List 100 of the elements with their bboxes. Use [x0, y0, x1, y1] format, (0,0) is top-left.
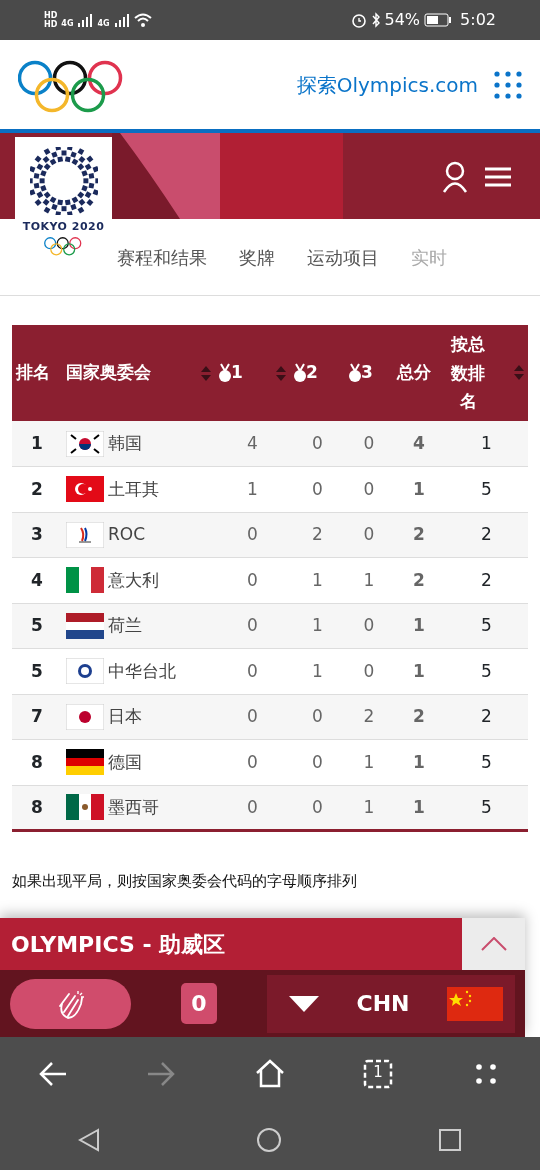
column-header: 1 — [231, 361, 243, 385]
rank-by-total: 5 — [481, 796, 492, 817]
medal-count: 2 — [312, 524, 323, 544]
medal-count: 0 — [363, 478, 375, 499]
total-count: 1 — [413, 751, 425, 772]
wifi-icon — [133, 13, 152, 27]
medal-count: 1 — [312, 569, 323, 590]
medal-count: 0 — [363, 660, 375, 681]
clap-button[interactable] — [10, 978, 131, 1029]
medal-count: 0 — [363, 615, 375, 635]
medal-icon — [219, 363, 231, 383]
country-select[interactable]: CHN — [267, 974, 515, 1033]
medal-count: 0 — [312, 796, 323, 817]
country-name: 中华台北 — [108, 659, 176, 683]
alarm-icon — [350, 12, 367, 28]
flag-icon — [66, 703, 104, 730]
home-icon[interactable] — [256, 1127, 282, 1153]
rank-text: 5 — [31, 615, 43, 635]
column-header: 2 — [306, 361, 318, 385]
rank-text: 8 — [31, 751, 43, 772]
medal-count: 0 — [247, 796, 258, 817]
medal-icon — [294, 363, 306, 383]
rank-text: 1 — [31, 432, 43, 453]
cheer-zone-title: OLYMPICS - 助威区 — [0, 918, 462, 970]
flag-icon — [66, 749, 104, 776]
column-header: 按总数排名 — [449, 332, 486, 414]
nav-tab[interactable]: 奖牌 — [239, 243, 275, 271]
country-code: CHN — [356, 990, 410, 1018]
flag-icon — [447, 986, 503, 1021]
rank-text: 7 — [31, 706, 43, 726]
total-count: 2 — [413, 706, 425, 726]
bluetooth-icon — [370, 12, 381, 28]
medal-count: 1 — [363, 751, 375, 772]
explore-link[interactable]: 探索Olympics.com — [296, 69, 478, 100]
rank-text: 5 — [31, 660, 43, 681]
medal-count: 0 — [363, 524, 375, 544]
country-name: ROC — [108, 523, 146, 546]
rank-by-total: 2 — [481, 706, 492, 726]
sim-label: HD — [44, 11, 58, 20]
medal-count: 0 — [363, 432, 375, 453]
rank-text: 2 — [31, 478, 43, 499]
total-count: 1 — [413, 660, 425, 681]
home-button[interactable] — [254, 1057, 286, 1090]
country-name: 韩国 — [108, 431, 142, 455]
medal-count: 0 — [247, 706, 258, 726]
network-label: 4G — [97, 19, 110, 28]
battery-percent: 54% — [384, 9, 421, 31]
column-header: 3 — [361, 361, 373, 385]
medal-icon — [349, 363, 361, 383]
medal-count: 1 — [363, 569, 375, 590]
network-label: 4G — [61, 19, 74, 28]
total-count: 4 — [413, 432, 425, 453]
column-header: 排名 — [16, 361, 50, 385]
user-icon[interactable] — [442, 161, 468, 193]
medal-count: 2 — [363, 706, 375, 726]
medal-count: 0 — [247, 524, 258, 544]
signal-icon — [77, 13, 94, 27]
total-count: 1 — [413, 796, 425, 817]
flag-icon — [66, 612, 104, 639]
medal-count: 0 — [247, 615, 258, 635]
back-icon[interactable] — [78, 1128, 100, 1152]
flag-icon — [66, 658, 104, 685]
medal-count: 0 — [247, 569, 258, 590]
nav-tab[interactable]: 运动项目 — [307, 243, 379, 271]
caret-icon — [289, 995, 319, 1012]
nav-tab[interactable]: 赛程和结果 — [117, 243, 207, 271]
country-name: 荷兰 — [108, 614, 142, 637]
total-count: 2 — [413, 569, 425, 590]
column-header: 总分 — [397, 361, 431, 385]
flag-icon — [66, 567, 104, 594]
recents-icon[interactable] — [438, 1128, 462, 1152]
chevron-up-icon — [480, 937, 507, 951]
menu-icon[interactable] — [484, 166, 512, 188]
tabs-button[interactable]: 1 — [362, 1057, 394, 1090]
medal-count: 4 — [247, 432, 258, 453]
rank-text: 8 — [31, 796, 43, 817]
medal-count: 1 — [312, 660, 323, 681]
rank-by-total: 2 — [481, 524, 492, 544]
signal-icon — [113, 13, 130, 27]
collapse-button[interactable] — [462, 918, 525, 970]
country-name: 墨西哥 — [108, 795, 159, 819]
medal-count: 0 — [312, 706, 323, 726]
total-count: 1 — [413, 615, 425, 635]
battery-icon — [424, 13, 453, 27]
cheer-count: 0 — [181, 983, 217, 1024]
apps-grid-icon[interactable] — [494, 70, 522, 99]
country-name: 意大利 — [108, 568, 159, 592]
total-count: 2 — [413, 524, 425, 544]
rank-by-total: 5 — [481, 615, 492, 635]
country-name: 土耳其 — [108, 477, 159, 501]
medal-count: 1 — [363, 796, 375, 817]
medal-count: 1 — [312, 615, 323, 635]
flag-icon — [66, 430, 104, 457]
total-count: 1 — [413, 478, 425, 499]
medal-count: 0 — [247, 751, 258, 772]
tie-break-note: 如果出现平局，则按国家奥委会代码的字母顺序排列 — [12, 871, 358, 892]
rank-by-total: 2 — [481, 569, 492, 590]
rank-text: 3 — [31, 524, 43, 544]
column-header: 国家奥委会 — [66, 361, 151, 385]
rank-by-total: 5 — [481, 660, 492, 681]
